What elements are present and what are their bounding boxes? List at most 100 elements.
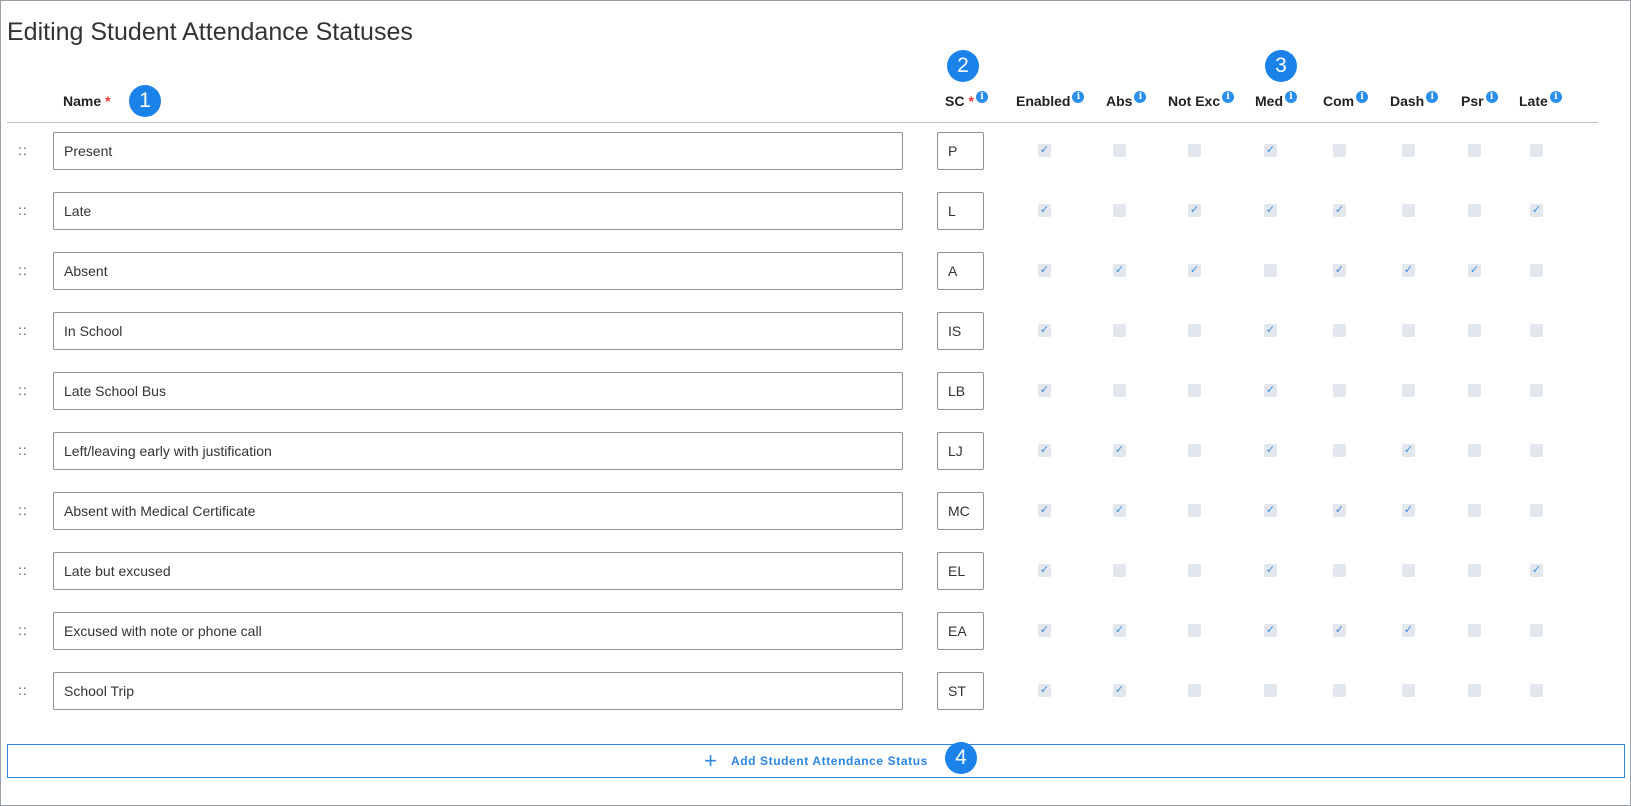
checkbox-com[interactable]: ✓ [1333, 264, 1346, 277]
checkbox-not-exc[interactable] [1188, 384, 1201, 397]
status-name-input[interactable] [53, 552, 903, 590]
checkbox-abs[interactable]: ✓ [1113, 504, 1126, 517]
checkbox-late[interactable]: ✓ [1530, 204, 1543, 217]
status-code-input[interactable] [937, 672, 984, 710]
checkbox-enabled[interactable]: ✓ [1038, 444, 1051, 457]
info-icon[interactable]: i [1549, 91, 1562, 103]
checkbox-dash[interactable] [1402, 384, 1415, 397]
checkbox-dash[interactable] [1402, 324, 1415, 337]
checkbox-com[interactable] [1333, 324, 1346, 337]
checkbox-com[interactable] [1333, 684, 1346, 697]
checkbox-med[interactable]: ✓ [1264, 444, 1277, 457]
status-code-input[interactable] [937, 432, 984, 470]
info-icon[interactable]: i [1134, 91, 1147, 103]
info-icon[interactable]: i [1072, 91, 1085, 103]
info-icon[interactable]: i [1426, 91, 1439, 103]
status-code-input[interactable] [937, 132, 984, 170]
info-icon[interactable]: i [975, 91, 988, 103]
drag-handle-icon[interactable]: :: [18, 502, 28, 518]
checkbox-late[interactable] [1530, 504, 1543, 517]
checkbox-med[interactable]: ✓ [1264, 144, 1277, 157]
checkbox-enabled[interactable]: ✓ [1038, 564, 1051, 577]
status-code-input[interactable] [937, 552, 984, 590]
status-name-input[interactable] [53, 192, 903, 230]
checkbox-enabled[interactable]: ✓ [1038, 264, 1051, 277]
status-name-input[interactable] [53, 432, 903, 470]
checkbox-med[interactable]: ✓ [1264, 624, 1277, 637]
status-name-input[interactable] [53, 372, 903, 410]
checkbox-not-exc[interactable] [1188, 324, 1201, 337]
checkbox-dash[interactable]: ✓ [1402, 624, 1415, 637]
checkbox-abs[interactable] [1113, 144, 1126, 157]
add-status-button[interactable]: + Add Student Attendance Status [7, 744, 1625, 778]
checkbox-med[interactable]: ✓ [1264, 384, 1277, 397]
checkbox-late[interactable] [1530, 144, 1543, 157]
checkbox-med[interactable]: ✓ [1264, 504, 1277, 517]
status-code-input[interactable] [937, 492, 984, 530]
info-icon[interactable]: i [1356, 91, 1369, 103]
checkbox-com[interactable]: ✓ [1333, 624, 1346, 637]
checkbox-enabled[interactable]: ✓ [1038, 324, 1051, 337]
checkbox-not-exc[interactable] [1188, 684, 1201, 697]
status-name-input[interactable] [53, 672, 903, 710]
checkbox-abs[interactable]: ✓ [1113, 624, 1126, 637]
checkbox-psr[interactable] [1468, 144, 1481, 157]
status-code-input[interactable] [937, 252, 984, 290]
checkbox-psr[interactable] [1468, 684, 1481, 697]
checkbox-late[interactable] [1530, 684, 1543, 697]
checkbox-late[interactable] [1530, 264, 1543, 277]
checkbox-not-exc[interactable] [1188, 444, 1201, 457]
checkbox-dash[interactable] [1402, 144, 1415, 157]
checkbox-psr[interactable] [1468, 384, 1481, 397]
checkbox-not-exc[interactable] [1188, 624, 1201, 637]
drag-handle-icon[interactable]: :: [18, 562, 28, 578]
checkbox-med[interactable]: ✓ [1264, 564, 1277, 577]
info-icon[interactable]: i [1485, 91, 1498, 103]
drag-handle-icon[interactable]: :: [18, 142, 28, 158]
checkbox-com[interactable] [1333, 144, 1346, 157]
drag-handle-icon[interactable]: :: [18, 682, 28, 698]
checkbox-dash[interactable] [1402, 684, 1415, 697]
checkbox-psr[interactable] [1468, 324, 1481, 337]
checkbox-psr[interactable] [1468, 444, 1481, 457]
drag-handle-icon[interactable]: :: [18, 262, 28, 278]
checkbox-psr[interactable] [1468, 624, 1481, 637]
checkbox-not-exc[interactable]: ✓ [1188, 204, 1201, 217]
checkbox-enabled[interactable]: ✓ [1038, 624, 1051, 637]
checkbox-abs[interactable] [1113, 324, 1126, 337]
checkbox-com[interactable] [1333, 444, 1346, 457]
info-icon[interactable]: i [1285, 91, 1297, 103]
checkbox-not-exc[interactable] [1188, 504, 1201, 517]
status-name-input[interactable] [53, 132, 903, 170]
checkbox-abs[interactable] [1113, 204, 1126, 217]
checkbox-dash[interactable] [1402, 564, 1415, 577]
checkbox-med[interactable] [1264, 684, 1277, 697]
checkbox-psr[interactable] [1468, 564, 1481, 577]
checkbox-com[interactable]: ✓ [1333, 504, 1346, 517]
drag-handle-icon[interactable]: :: [18, 382, 28, 398]
checkbox-dash[interactable]: ✓ [1402, 264, 1415, 277]
drag-handle-icon[interactable]: :: [18, 322, 28, 338]
checkbox-abs[interactable]: ✓ [1113, 264, 1126, 277]
checkbox-not-exc[interactable] [1188, 144, 1201, 157]
checkbox-enabled[interactable]: ✓ [1038, 384, 1051, 397]
checkbox-com[interactable] [1333, 564, 1346, 577]
checkbox-psr[interactable]: ✓ [1468, 264, 1481, 277]
checkbox-com[interactable] [1333, 384, 1346, 397]
drag-handle-icon[interactable]: :: [18, 202, 28, 218]
checkbox-abs[interactable] [1113, 384, 1126, 397]
checkbox-late[interactable] [1530, 324, 1543, 337]
status-name-input[interactable] [53, 312, 903, 350]
checkbox-dash[interactable]: ✓ [1402, 504, 1415, 517]
status-name-input[interactable] [53, 612, 903, 650]
status-code-input[interactable] [937, 372, 984, 410]
checkbox-psr[interactable] [1468, 204, 1481, 217]
checkbox-abs[interactable]: ✓ [1113, 684, 1126, 697]
checkbox-dash[interactable]: ✓ [1402, 444, 1415, 457]
checkbox-enabled[interactable]: ✓ [1038, 204, 1051, 217]
checkbox-enabled[interactable]: ✓ [1038, 504, 1051, 517]
checkbox-late[interactable] [1530, 384, 1543, 397]
status-name-input[interactable] [53, 252, 903, 290]
checkbox-abs[interactable] [1113, 564, 1126, 577]
drag-handle-icon[interactable]: :: [18, 622, 28, 638]
